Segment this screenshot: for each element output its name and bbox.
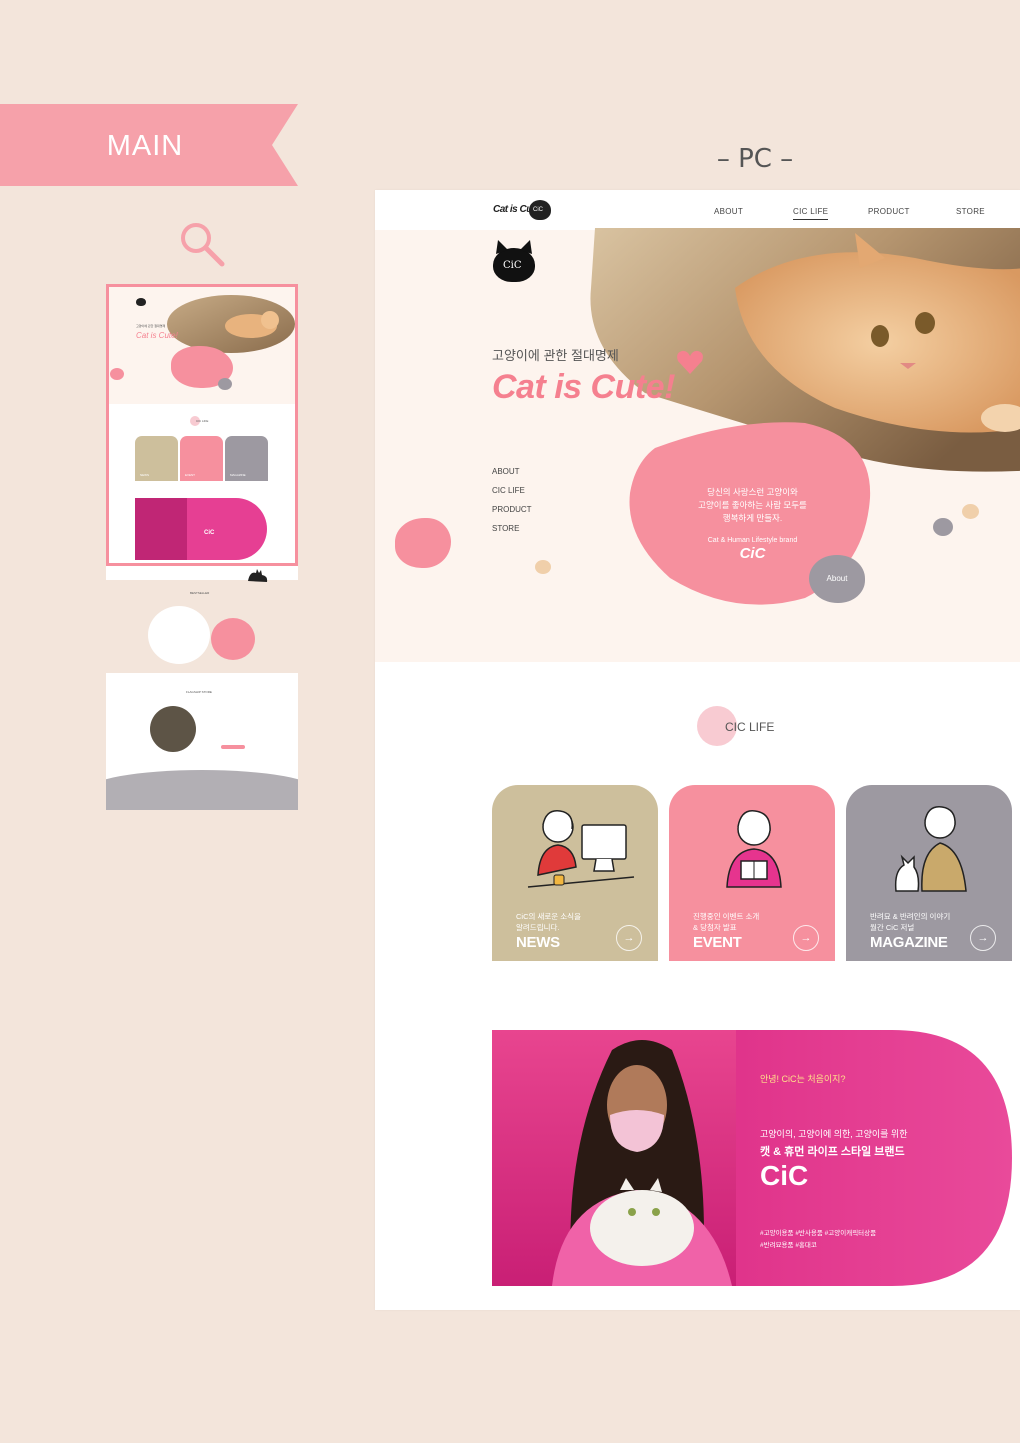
pc-label: – PC – (716, 144, 794, 174)
news-sub1: CiC의 새로운 소식을 (516, 912, 581, 921)
event-sub1: 진행중인 이벤트 소개 (693, 912, 760, 921)
arrow-right-icon: → (623, 932, 635, 944)
magazine-illustration-icon (894, 806, 967, 892)
magazine-sub: 반려묘 & 반려인의 이야기 월간 CiC 저널 (870, 911, 950, 933)
about-button-label: About (826, 574, 848, 583)
promo-line1: 고양이의, 고양이에 의한, 고양이를 위한 (760, 1129, 908, 1139)
pc-mockup: Cat is Cute CiC ABOUT CIC LIFE PRODUCT S… (375, 190, 1020, 1310)
main-ribbon-label: MAIN (106, 130, 184, 162)
thumb-store-photo (150, 706, 196, 752)
event-sub2: & 당첨자 발표 (693, 923, 737, 932)
hero-cat-badge-ears (496, 240, 532, 254)
cic-life-heading: CIC LIFE (725, 720, 775, 734)
card-news[interactable]: CiC의 새로운 소식을 알려드립니다. NEWS → (492, 785, 658, 961)
hero-blob-line1: 당신의 사랑스런 고양이와 (707, 487, 798, 497)
hero-link-store[interactable]: STORE (492, 524, 519, 533)
thumb-footer (106, 770, 298, 810)
magazine-sub1: 반려묘 & 반려인의 이야기 (870, 912, 951, 921)
magazine-arrow-button[interactable]: → (970, 925, 996, 951)
about-button[interactable]: About (809, 555, 865, 603)
event-illustration-icon (726, 810, 782, 888)
card-magazine[interactable]: 반려묘 & 반려인의 이야기 월간 CiC 저널 MAGAZINE → (846, 785, 1012, 961)
magazine-sub2: 월간 CiC 저널 (870, 923, 915, 932)
promo-tags1: #고양이용품 #반사용품 #고양이캐릭터상품 (760, 1230, 877, 1237)
thumb-product-blob (211, 618, 255, 660)
promo-banner (492, 1030, 1012, 1286)
thumb-store-button (221, 745, 245, 749)
hero-cat-badge-text: CiC (503, 260, 522, 271)
thumbnail-highlight-frame (106, 284, 298, 566)
deco-dot-tan (962, 504, 979, 519)
hero-blob-text: 당신의 사랑스런 고양이와 고양이를 좋아하는 사람 모두를 행복하게 만들자. (665, 486, 840, 525)
hero-brand-name: CiC (739, 545, 766, 562)
event-sub: 진행중인 이벤트 소개 & 당첨자 발표 (693, 911, 759, 933)
nav-store[interactable]: STORE (956, 207, 985, 216)
deco-dot-tan-small (535, 560, 551, 574)
hero-link-product[interactable]: PRODUCT (492, 505, 532, 514)
thumb-bestseller-label: BESTSELLER (190, 591, 210, 595)
hero-blob-line3: 행복하게 만들자. (722, 513, 783, 523)
promo-tags: #고양이용품 #반사용품 #고양이캐릭터상품 #반려묘용품 #홍대코 (760, 1228, 900, 1252)
nav-about[interactable]: ABOUT (714, 207, 743, 216)
promo-greeting: 안녕! CiC는 처음이지? (760, 1074, 846, 1084)
arrow-right-icon: → (800, 932, 812, 944)
nav-product[interactable]: PRODUCT (868, 207, 910, 216)
thumb-product-circle (148, 606, 210, 664)
arrow-right-icon: → (977, 932, 989, 944)
deco-dot-gray (933, 518, 953, 536)
site-header (375, 190, 1020, 230)
hero-blob-line2: 고양이를 좋아하는 사람 모두를 (698, 500, 807, 510)
black-cat-icon (248, 569, 268, 582)
hero-title: Cat is Cute! (492, 368, 675, 406)
thumb-flagship: FLAGSHIP STORE (186, 690, 212, 694)
promo-brand: CiC (760, 1160, 809, 1191)
hero-subtitle: 고양이에 관한 절대명제 (492, 348, 619, 363)
deco-blob-pink (395, 518, 451, 568)
promo-tags2: #반려묘용품 #홍대코 (760, 1242, 817, 1249)
news-arrow-button[interactable]: → (616, 925, 642, 951)
hero-link-about[interactable]: ABOUT (492, 467, 520, 476)
news-illustration-icon (527, 810, 635, 888)
logo-badge-text: CiC (533, 207, 543, 213)
nav-cic-life[interactable]: CIC LIFE (793, 207, 829, 220)
promo-line2: 캣 & 휴먼 라이프 스타일 브랜드 (760, 1146, 905, 1158)
magazine-title: MAGAZINE (870, 934, 948, 951)
news-sub2: 알려드립니다. (516, 923, 560, 932)
news-title: NEWS (516, 934, 560, 951)
event-arrow-button[interactable]: → (793, 925, 819, 951)
card-event[interactable]: 진행중인 이벤트 소개 & 당첨자 발표 EVENT → (669, 785, 835, 961)
hero-link-cic-life[interactable]: CIC LIFE (492, 486, 525, 495)
event-title: EVENT (693, 934, 742, 951)
site-logo[interactable]: Cat is Cute CiC (493, 199, 553, 223)
magnifier-icon (181, 223, 225, 267)
heart-icon (677, 350, 703, 374)
news-sub: CiC의 새로운 소식을 알려드립니다. (516, 911, 581, 933)
